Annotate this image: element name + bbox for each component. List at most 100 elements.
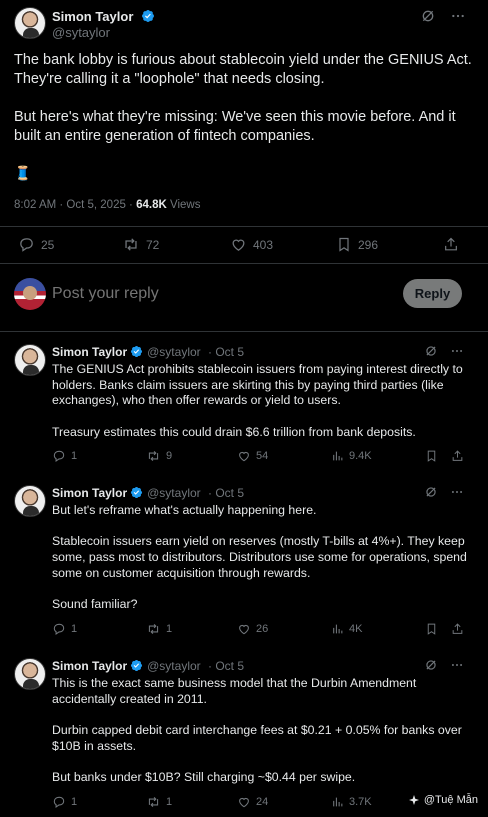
tweet-date[interactable]: · Oct 5	[208, 659, 244, 673]
tweet-paragraph: Stablecoin issuers earn yield on reserve…	[52, 534, 467, 580]
tweet-paragraph: Sound familiar?	[52, 597, 138, 612]
reply-count: 1	[71, 450, 78, 462]
thread-tweet[interactable]: Simon Taylor @sytaylor · Oct 5 But let's …	[0, 473, 488, 645]
tweet-actions: 1 9 54 9.4K	[0, 449, 488, 465]
views-count: 3.7K	[349, 796, 372, 808]
reply-count: 25	[41, 237, 55, 252]
share-icon	[445, 237, 457, 251]
analytics-icon	[333, 451, 343, 461]
share-action[interactable]	[451, 622, 464, 636]
more-options-icon[interactable]	[450, 8, 466, 24]
author-name[interactable]: Simon Taylor	[52, 345, 127, 359]
share-action[interactable]	[443, 236, 459, 253]
verified-badge-icon	[131, 486, 143, 499]
more-options-icon[interactable]	[450, 485, 464, 499]
author-handle[interactable]: @sytaylor	[52, 25, 110, 40]
author-avatar[interactable]	[14, 7, 46, 39]
like-action[interactable]: 403	[230, 236, 273, 253]
share-action[interactable]	[451, 449, 464, 463]
like-action[interactable]: 24	[237, 795, 268, 809]
author-name-row[interactable]: Simon Taylor	[52, 8, 155, 26]
author-handle[interactable]: @sytaylor	[147, 486, 201, 500]
reply-action[interactable]: 25	[18, 236, 54, 253]
repost-action[interactable]: 1	[146, 795, 172, 809]
tweet-paragraph: Treasury estimates this could drain $6.6…	[52, 424, 416, 439]
repost-count: 9	[166, 450, 173, 462]
like-action[interactable]: 54	[237, 449, 268, 463]
reply-icon	[53, 796, 65, 808]
views-count: 64.8K	[136, 199, 167, 211]
watermark: @Tuệ Mẫn	[408, 794, 478, 806]
thread-emoji: 🧵	[14, 165, 32, 181]
tweet-top-actions	[424, 485, 464, 499]
author-avatar[interactable]	[14, 485, 46, 517]
author-name[interactable]: Simon Taylor	[52, 486, 127, 500]
grok-icon[interactable]	[420, 8, 436, 24]
like-count: 54	[256, 450, 269, 462]
like-action[interactable]: 26	[237, 622, 268, 636]
bookmark-action[interactable]	[425, 449, 438, 463]
like-count: 24	[256, 796, 269, 808]
bookmark-icon	[427, 623, 436, 635]
grok-icon[interactable]	[424, 485, 438, 499]
thread-tweet[interactable]: Simon Taylor @sytaylor · Oct 5 This is th…	[0, 646, 488, 817]
engagement-bar: 25 72 403 296	[0, 226, 488, 264]
author-name[interactable]: Simon Taylor	[52, 9, 133, 24]
reply-action[interactable]: 1	[52, 449, 77, 463]
heart-icon	[239, 624, 249, 635]
user-avatar[interactable]	[14, 278, 46, 310]
views-action[interactable]: 9.4K	[331, 449, 372, 463]
repost-action[interactable]: 72	[122, 236, 159, 253]
reply-button[interactable]: Reply	[403, 279, 462, 308]
verified-badge-icon	[141, 10, 154, 22]
tweet-header: Simon Taylor @sytaylor · Oct 5	[52, 659, 244, 673]
tweet-paragraph: The GENIUS Act prohibits stablecoin issu…	[52, 362, 463, 408]
author-avatar[interactable]	[14, 658, 46, 690]
timestamp[interactable]: 8:02 AM · Oct 5, 2025 ·	[14, 199, 136, 211]
reply-input[interactable]	[52, 282, 352, 306]
tweet-meta: 8:02 AM · Oct 5, 2025 · 64.8K Views	[14, 199, 200, 211]
bookmark-icon	[339, 237, 349, 252]
author-handle[interactable]: @sytaylor	[147, 659, 201, 673]
tweet-date[interactable]: · Oct 5	[208, 345, 244, 359]
grok-icon[interactable]	[424, 344, 438, 358]
repost-icon	[125, 238, 137, 251]
views-action[interactable]: 3.7K	[331, 795, 372, 809]
author-handle[interactable]: @sytaylor	[147, 345, 201, 359]
repost-action[interactable]: 9	[146, 449, 172, 463]
bookmark-icon	[427, 450, 436, 462]
reply-icon	[20, 238, 33, 252]
bookmark-action[interactable]: 296	[336, 236, 378, 253]
bookmark-action[interactable]	[425, 622, 438, 636]
tweet-paragraph: But let's reframe what's actually happen…	[52, 503, 317, 517]
author-name[interactable]: Simon Taylor	[52, 659, 127, 673]
tweet-paragraph: Durbin capped debit card interchange fee…	[52, 723, 462, 753]
views-label: Views	[166, 199, 201, 211]
sparkle-icon	[408, 795, 419, 805]
verified-badge-icon	[131, 345, 143, 358]
reply-action[interactable]: 1	[52, 622, 77, 636]
author-avatar[interactable]	[14, 344, 46, 376]
reply-action[interactable]: 1	[52, 795, 77, 809]
like-count: 26	[256, 623, 269, 635]
analytics-icon	[333, 624, 343, 634]
heart-icon	[239, 797, 249, 808]
tweet-date[interactable]: · Oct 5	[208, 486, 244, 500]
reply-count: 1	[71, 623, 78, 635]
repost-icon	[148, 796, 159, 808]
tweet-paragraph: But here's what they're missing: We've s…	[14, 109, 456, 144]
tweet-body: The bank lobby is furious about stableco…	[14, 51, 474, 146]
more-options-icon[interactable]	[450, 658, 464, 672]
verified-badge-icon	[131, 659, 143, 672]
tweet-top-actions	[424, 344, 464, 358]
grok-icon[interactable]	[424, 658, 438, 672]
heart-icon	[232, 239, 245, 251]
repost-action[interactable]: 1	[146, 622, 172, 636]
views-action[interactable]: 4K	[331, 622, 362, 636]
repost-icon	[148, 623, 159, 635]
tweet-body: The GENIUS Act prohibits stablecoin issu…	[52, 362, 472, 441]
more-options-icon[interactable]	[450, 344, 464, 358]
watermark-text: @Tuệ Mẫn	[423, 794, 478, 806]
thread-tweet[interactable]: Simon Taylor @sytaylor · Oct 5 The GENIUS…	[0, 332, 488, 472]
repost-count: 1	[166, 623, 173, 635]
